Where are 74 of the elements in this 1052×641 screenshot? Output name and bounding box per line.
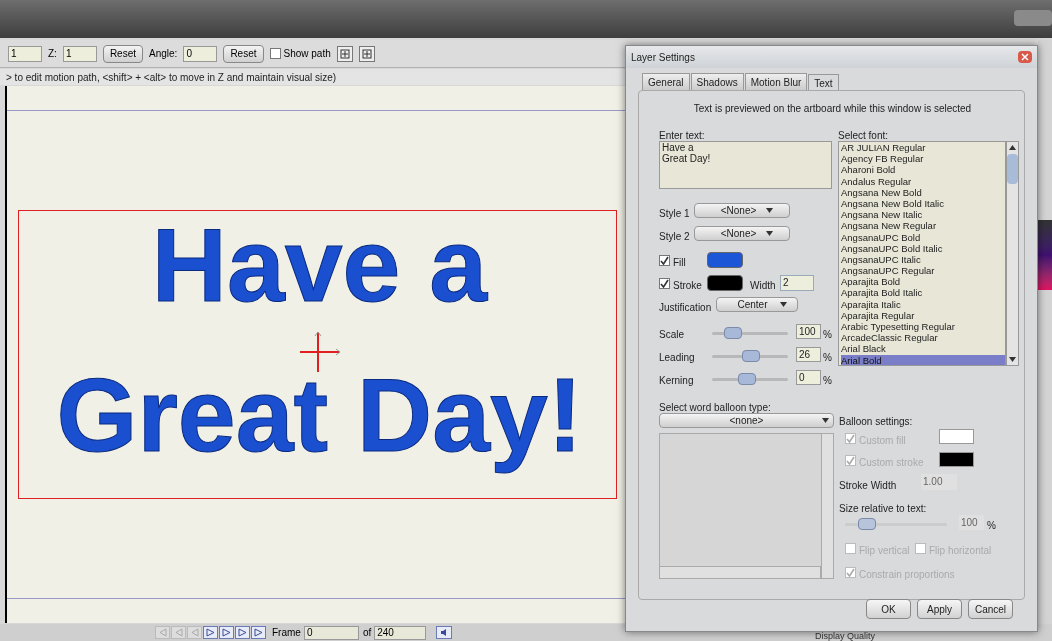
frame-field[interactable]: 0 <box>303 625 359 640</box>
slider-label: Leading <box>659 351 695 365</box>
width-field[interactable]: 2 <box>780 275 814 291</box>
balloon-dropdown[interactable]: <none> <box>659 413 834 428</box>
artboard-text[interactable]: Have a <box>151 190 488 340</box>
field-label: Style 2 <box>659 230 690 244</box>
font-list-item[interactable]: Arial Black <box>841 343 1005 355</box>
justification-dropdown[interactable]: Center <box>716 297 798 312</box>
font-list-item[interactable]: Arabic Typesetting Regular <box>841 321 1005 333</box>
field-label: Select font: <box>838 129 889 143</box>
font-list-item[interactable]: Angsana New Regular <box>841 220 1005 232</box>
checkbox-label: Fill <box>673 256 686 270</box>
style-dropdown[interactable]: <None> <box>694 203 790 218</box>
field-label: Style 1 <box>659 207 690 221</box>
font-list-item[interactable]: AngsanaUPC Italic <box>841 253 1005 266</box>
value-field[interactable]: 100 <box>796 324 821 339</box>
display-quality-label: Display Quality <box>815 632 876 641</box>
font-list-item[interactable]: Aharoni Bold <box>841 164 1005 176</box>
reset-button[interactable]: Reset <box>102 44 143 63</box>
hint-text: > to edit motion path, <shift> + <alt> to move in Z and maintain visual size) <box>5 70 337 85</box>
field-label: Size relative to text: <box>839 502 927 516</box>
window-title: Layer Settings <box>631 50 695 65</box>
field-label: Stroke Width <box>839 479 897 493</box>
input-field[interactable]: 1 <box>62 45 97 62</box>
unit-label: % <box>823 351 832 365</box>
font-list-item[interactable]: Aparajita Bold Italic <box>841 287 1005 299</box>
field-label: Z: <box>48 47 57 61</box>
checkbox-label: Show path <box>283 47 331 61</box>
dialog-button[interactable]: OK <box>866 599 911 619</box>
style-dropdown[interactable]: <None> <box>694 226 790 241</box>
section-title: Balloon settings: <box>839 415 913 429</box>
frame-label: Frame <box>272 626 301 640</box>
font-list-item[interactable]: AngsanaUPC Bold Italic <box>841 242 1005 254</box>
font-list-item[interactable]: AngsanaUPC Bold <box>841 231 1005 243</box>
field-label: Enter text: <box>659 129 705 143</box>
unit-label: % <box>987 519 996 533</box>
value-field[interactable]: 26 <box>796 347 821 362</box>
font-list-item[interactable]: Andalus Regular <box>841 175 1005 187</box>
unit-label: % <box>823 374 832 388</box>
field-label: Justification <box>659 301 712 315</box>
text-input[interactable]: Have a Great Day! <box>659 141 832 189</box>
value-field[interactable]: 0 <box>796 370 821 385</box>
panel-note: Text is previewed on the artboard while this window is selected <box>692 102 973 116</box>
font-list-item[interactable]: AngsanaUPC Regular <box>841 265 1005 277</box>
of-label: of <box>362 626 372 640</box>
stroke-width-field: 1.00 <box>921 474 957 490</box>
font-list-item[interactable]: Aparajita Regular <box>841 309 1005 321</box>
font-list-item[interactable]: Arial Bold <box>841 354 1005 365</box>
dialog-button[interactable]: Apply <box>917 599 962 619</box>
input-field[interactable]: 0 <box>183 45 218 62</box>
font-list-item[interactable]: Aparajita Italic <box>841 298 1005 310</box>
tab[interactable]: Motion Blur <box>744 73 808 90</box>
input-field[interactable]: 1 <box>8 45 42 62</box>
dialog-button[interactable]: Cancel <box>968 599 1013 619</box>
field-label: Width <box>750 279 776 293</box>
tab[interactable]: General <box>642 73 690 90</box>
font-list-item[interactable]: ArcadeClassic Regular <box>841 332 1005 344</box>
value-field: 100 <box>959 515 984 530</box>
font-list-item[interactable]: Angsana New Italic <box>841 209 1005 221</box>
font-list-item[interactable]: Agency FB Regular <box>841 153 1005 165</box>
checkbox-label: Stroke <box>673 279 702 293</box>
font-list-item[interactable]: Aparajita Bold <box>841 276 1005 288</box>
font-list-item[interactable]: AR JULIAN Regular <box>841 142 1005 154</box>
tab[interactable]: Shadows <box>690 73 744 90</box>
slider-label: Scale <box>659 328 684 342</box>
reset-button[interactable]: Reset <box>223 44 264 63</box>
artboard-text[interactable]: Great Day! <box>56 340 583 490</box>
unit-label: % <box>823 328 832 342</box>
total-frames-field[interactable]: 240 <box>374 625 427 640</box>
slider-label: Kerning <box>659 374 694 388</box>
field-label: Angle: <box>149 47 178 61</box>
field-label: Select word balloon type: <box>659 401 771 415</box>
font-list-item[interactable]: Angsana New Bold <box>841 186 1005 198</box>
font-list-item[interactable]: Angsana New Bold Italic <box>841 197 1005 210</box>
